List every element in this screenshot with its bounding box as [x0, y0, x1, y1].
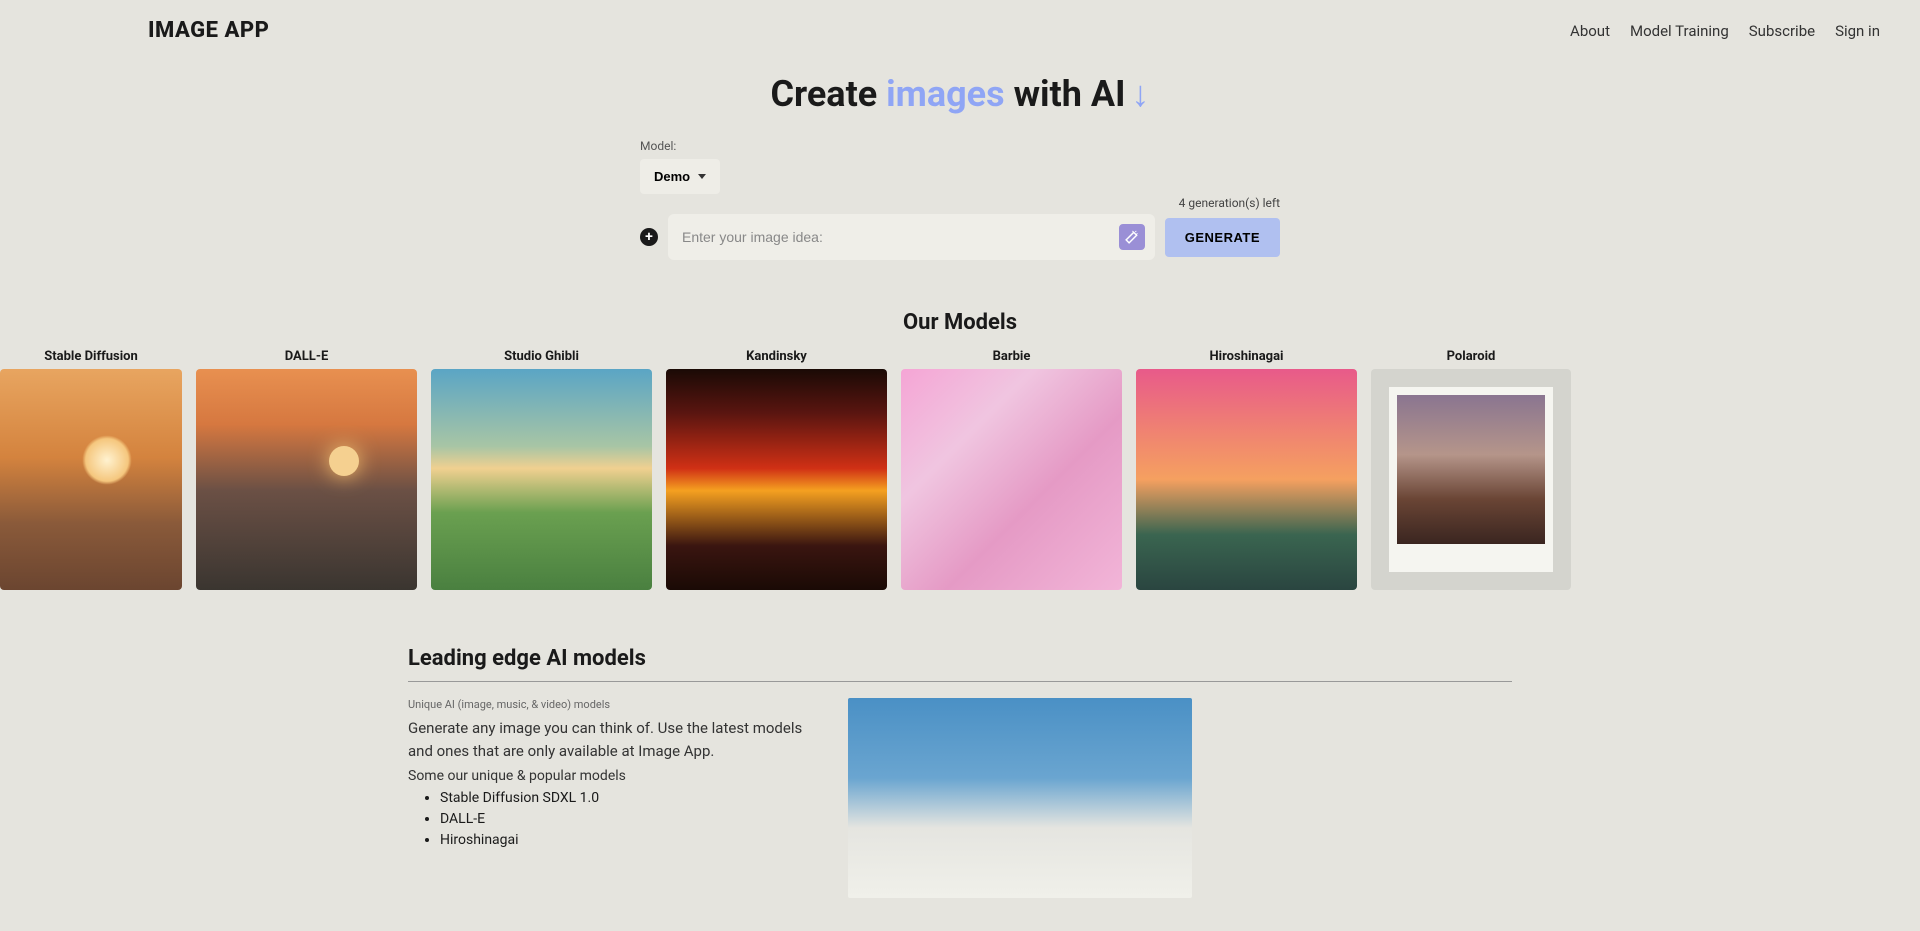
- model-thumbnail: [1136, 369, 1357, 590]
- nav-subscribe[interactable]: Subscribe: [1749, 22, 1815, 40]
- model-card-kandinsky[interactable]: Kandinsky: [666, 349, 887, 590]
- model-label: Model:: [640, 139, 1280, 153]
- model-select[interactable]: Demo: [640, 159, 720, 194]
- model-card-hiroshinagai[interactable]: Hiroshinagai: [1136, 349, 1357, 590]
- model-thumbnail: [1371, 369, 1571, 590]
- leading-subhead: Unique AI (image, music, & video) models: [408, 698, 808, 711]
- prompt-input-container: [668, 214, 1155, 260]
- model-name: Kandinsky: [666, 349, 887, 364]
- generate-button[interactable]: GENERATE: [1165, 218, 1280, 257]
- popular-models-list: Stable Diffusion SDXL 1.0 DALL-E Hiroshi…: [408, 788, 808, 851]
- model-thumbnail: [901, 369, 1122, 590]
- model-card-polaroid[interactable]: Polaroid: [1371, 349, 1571, 590]
- model-name: Polaroid: [1371, 349, 1571, 364]
- model-thumbnail: [666, 369, 887, 590]
- top-nav: About Model Training Subscribe Sign in: [1570, 22, 1880, 40]
- model-card-ghibli[interactable]: Studio Ghibli: [431, 349, 652, 590]
- model-name: Barbie: [901, 349, 1122, 364]
- models-carousel: Stable Diffusion DALL-E Studio Ghibli Ka…: [0, 349, 1920, 590]
- wand-icon: [1125, 230, 1139, 244]
- model-select-value: Demo: [654, 169, 690, 184]
- nav-about[interactable]: About: [1570, 22, 1610, 40]
- model-card-stable-diffusion[interactable]: Stable Diffusion: [0, 349, 182, 590]
- model-name: Stable Diffusion: [0, 349, 182, 364]
- plus-icon: +: [645, 229, 653, 245]
- leading-edge-title: Leading edge AI models: [408, 646, 1512, 682]
- arrow-down-icon: ↓: [1132, 73, 1150, 115]
- add-button[interactable]: +: [640, 228, 658, 246]
- caret-down-icon: [698, 174, 706, 179]
- model-name: Studio Ghibli: [431, 349, 652, 364]
- our-models-title: Our Models: [0, 310, 1920, 335]
- list-item: Hiroshinagai: [440, 830, 808, 851]
- list-item: DALL-E: [440, 809, 808, 830]
- model-name: Hiroshinagai: [1136, 349, 1357, 364]
- list-item: Stable Diffusion SDXL 1.0: [440, 788, 808, 809]
- magic-wand-button[interactable]: [1119, 224, 1145, 250]
- leading-description: Generate any image you can think of. Use…: [408, 717, 808, 762]
- model-thumbnail: [196, 369, 417, 590]
- model-thumbnail: [0, 369, 182, 590]
- leading-section-image: [848, 698, 1192, 898]
- app-logo[interactable]: IMAGE APP: [148, 18, 269, 43]
- model-thumbnail: [431, 369, 652, 590]
- model-card-barbie[interactable]: Barbie: [901, 349, 1122, 590]
- prompt-input[interactable]: [682, 229, 1119, 245]
- model-card-dalle[interactable]: DALL-E: [196, 349, 417, 590]
- nav-model-training[interactable]: Model Training: [1630, 22, 1729, 40]
- generations-left: 4 generation(s) left: [640, 196, 1280, 210]
- nav-signin[interactable]: Sign in: [1835, 22, 1880, 40]
- model-name: DALL-E: [196, 349, 417, 364]
- hero-title: Create images with AI↓: [0, 73, 1920, 115]
- popular-models-label: Some our unique & popular models: [408, 768, 808, 784]
- hero-highlight: images: [886, 73, 1004, 115]
